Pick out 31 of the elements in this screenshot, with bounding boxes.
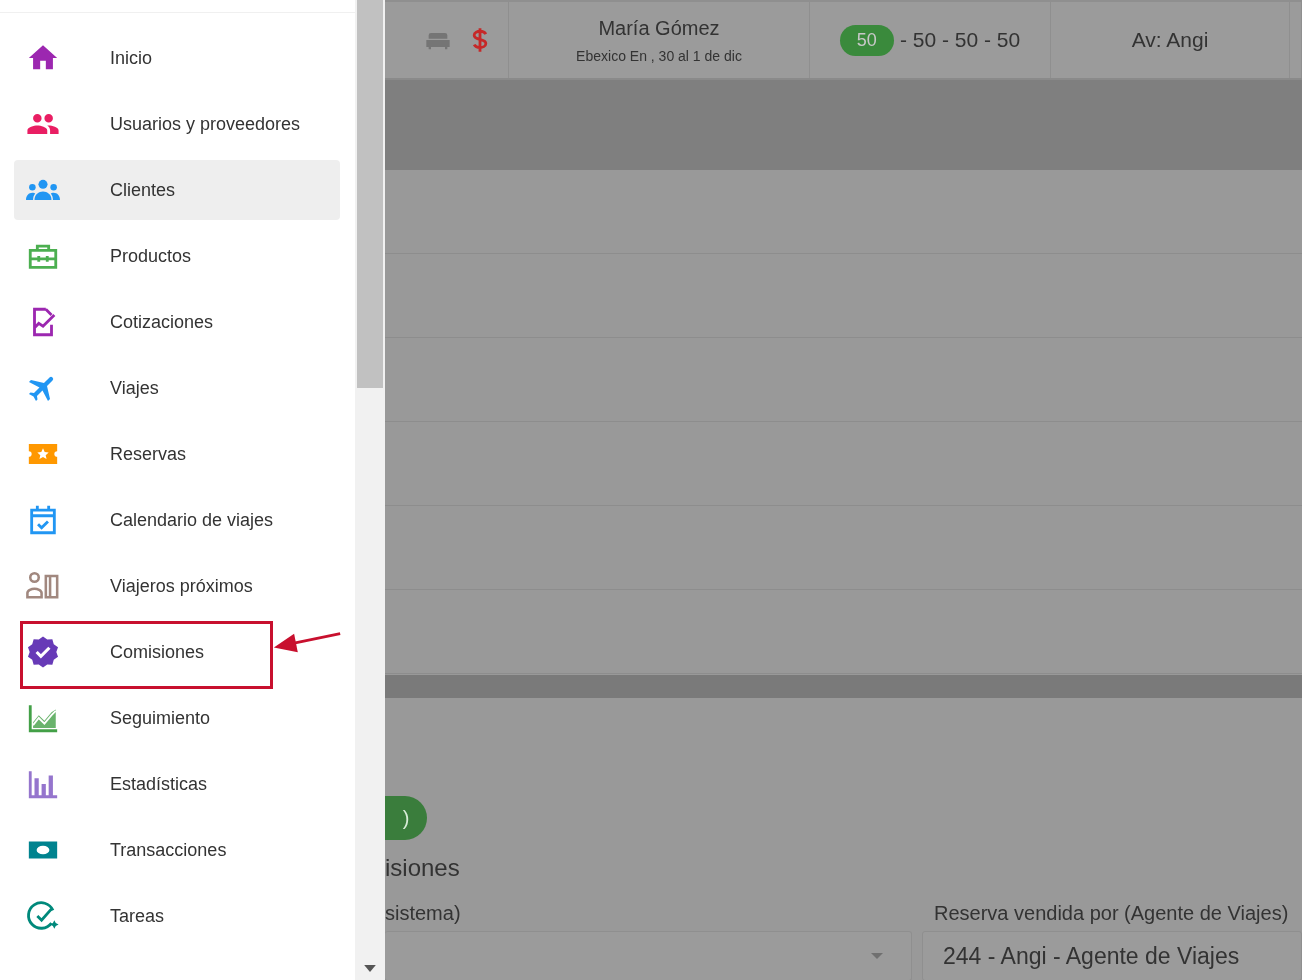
caret-icon	[871, 953, 883, 959]
trip-info: Ebexico En , 30 al 1 de dic	[576, 47, 742, 64]
sidebar-item[interactable]: Viajes	[14, 358, 340, 418]
status-pill: )	[385, 796, 427, 840]
sidebar-item[interactable]: Reservas	[14, 424, 340, 484]
verified-badge-icon	[26, 635, 60, 669]
field-label: sistema)	[385, 902, 462, 925]
scrollbar-thumb[interactable]	[357, 0, 383, 388]
agent-name: Av: Angi	[1131, 28, 1209, 52]
sidebar-item[interactable]: Calendario de viajes	[14, 490, 340, 550]
select-field[interactable]	[385, 931, 912, 980]
sidebar-item[interactable]: Cotizaciones	[14, 292, 340, 352]
sidebar-item[interactable]: Comisiones	[14, 622, 340, 682]
task-check-icon	[26, 899, 60, 933]
field-label: Reserva vendida por (Agente de Viajes)	[934, 902, 1290, 925]
amounts-text: - 50 - 50 - 50	[899, 28, 1021, 52]
input-field[interactable]: 244 - Angi - Agente de Viajes	[922, 931, 1302, 980]
sidebar-item[interactable]: Estadísticas	[14, 754, 340, 814]
section-title: isiones	[385, 854, 460, 882]
amount-badge: 50	[839, 24, 894, 56]
sidebar-item[interactable]: Transacciones	[14, 820, 340, 880]
sidebar-item[interactable]: Tareas	[14, 886, 340, 946]
sidebar-item[interactable]: Productos	[14, 226, 340, 286]
scroll-down-icon[interactable]	[364, 965, 376, 972]
client-name: María Gómez	[598, 16, 720, 40]
sidebar-item[interactable]: Clientes	[14, 160, 340, 220]
annotation-arrow	[272, 630, 342, 654]
sidebar-item[interactable]: Seguimiento	[14, 688, 340, 748]
sidebar-item[interactable]: Viajeros próximos	[14, 556, 340, 616]
sidebar-item[interactable]: Inicio	[14, 28, 340, 88]
sidebar-item[interactable]: Usuarios y proveedores	[14, 94, 340, 154]
